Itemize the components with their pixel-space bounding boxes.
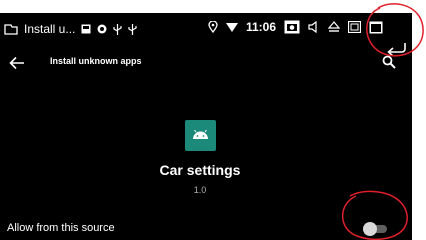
allow-source-toggle[interactable] <box>363 222 387 236</box>
image-icon <box>81 24 91 34</box>
search-icon[interactable] <box>380 53 398 71</box>
usb-icon <box>128 23 137 35</box>
app-bar: Install unknown apps <box>0 53 412 79</box>
allow-source-label[interactable]: Allow from this source <box>7 222 115 234</box>
page-title: Install unknown apps <box>50 56 142 66</box>
status-bar-right: 11:06 <box>208 20 383 34</box>
eject-icon[interactable] <box>328 21 341 33</box>
device-screen: Install u... 11:06 Install unknown apps … <box>0 13 412 240</box>
toggle-thumb <box>363 222 377 236</box>
status-time: 11:06 <box>246 20 277 34</box>
notification-app-icon <box>4 23 18 35</box>
arrow-left-icon[interactable] <box>7 53 27 73</box>
app-name: Car settings <box>159 162 241 178</box>
notification-title: Install u... <box>24 22 76 36</box>
volume-icon[interactable] <box>308 21 320 33</box>
usb-icon <box>113 23 122 35</box>
app-version: 1.0 <box>193 185 207 195</box>
location-icon <box>208 21 218 33</box>
wifi-icon <box>226 22 238 33</box>
android-icon <box>185 120 216 151</box>
screenshot-icon[interactable] <box>284 20 300 34</box>
picture-icon[interactable] <box>348 21 362 33</box>
status-bar-left: Install u... <box>4 22 137 36</box>
status-bar: Install u... 11:06 <box>0 13 412 46</box>
shield-icon <box>97 24 107 34</box>
window-icon[interactable] <box>369 21 383 34</box>
return-arrow-icon[interactable] <box>385 41 407 55</box>
